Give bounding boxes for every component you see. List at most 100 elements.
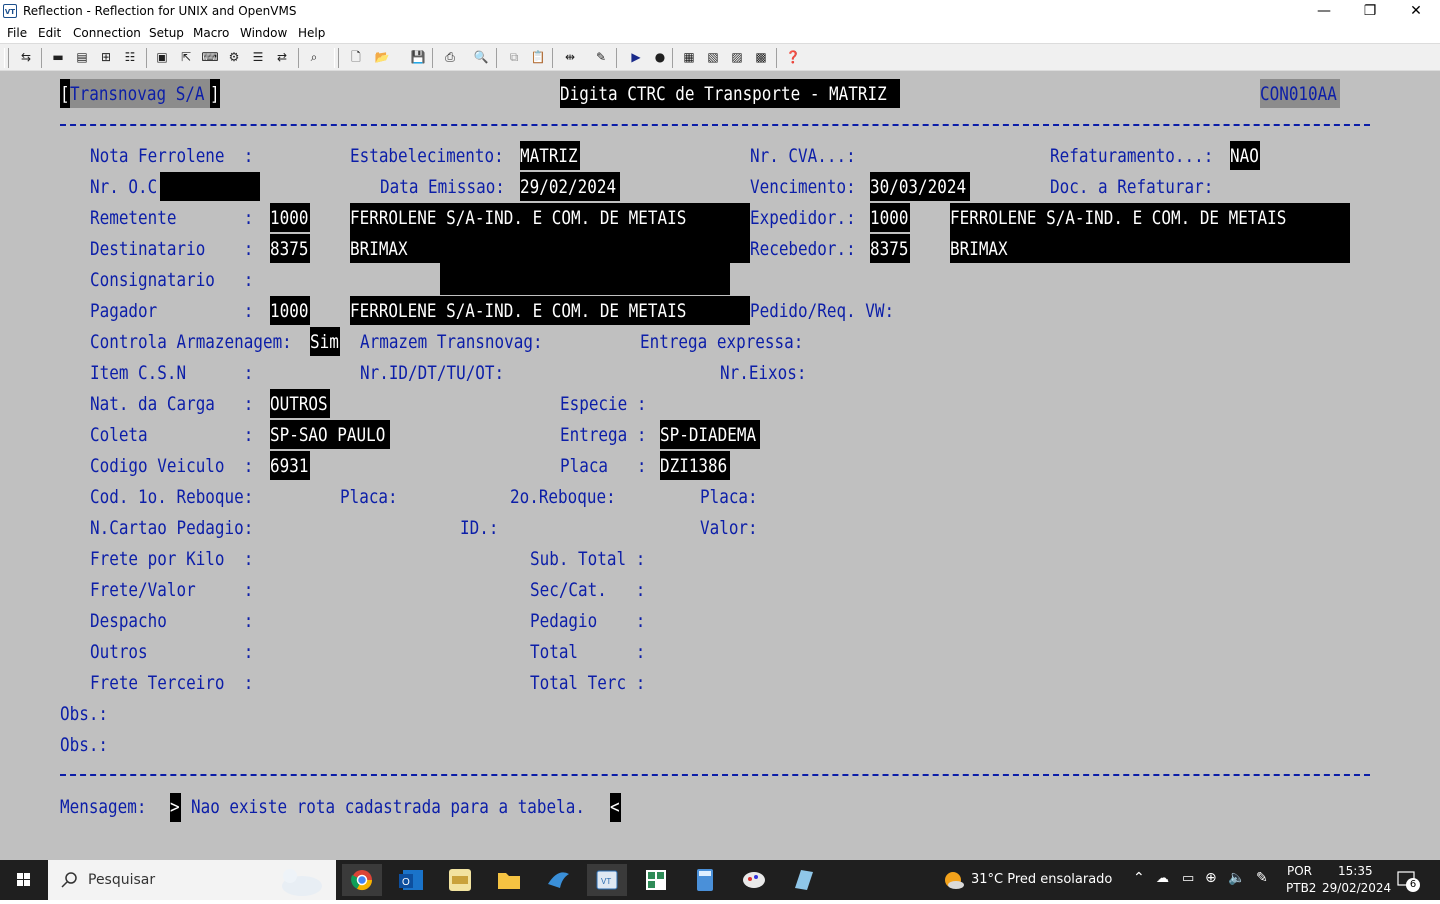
reflection-app-icon[interactable]: VT xyxy=(3,4,17,18)
menu-edit[interactable]: Edit xyxy=(38,26,61,40)
taskbar-app-notes[interactable] xyxy=(783,864,823,896)
disconnect-icon[interactable]: ⇹ xyxy=(560,48,580,66)
view3-icon[interactable]: ▨ xyxy=(727,48,747,66)
taskbar-app-paint[interactable] xyxy=(734,864,774,896)
view-settings-icon[interactable]: ⇄ xyxy=(272,48,292,66)
taskbar-reflection[interactable]: VT xyxy=(587,864,627,896)
taskbar-app-bird[interactable] xyxy=(538,864,578,896)
field-placa[interactable]: DZI1386 xyxy=(660,455,727,477)
label-vencimento: Vencimento: xyxy=(750,176,856,198)
device-icon[interactable]: ▭ xyxy=(1182,871,1194,886)
taskbar-app-sisgc[interactable] xyxy=(440,864,480,896)
volume-muted-icon[interactable]: 🔈 xyxy=(1228,870,1245,886)
menu-setup[interactable]: Setup xyxy=(149,26,184,40)
clock-date[interactable]: 29/02/2024 xyxy=(1322,881,1391,895)
message-close-marker: < xyxy=(610,796,620,818)
terminal-icon[interactable]: ▬ xyxy=(48,48,68,66)
field-vencimento[interactable]: 30/03/2024 xyxy=(870,176,966,198)
chevron-up-icon[interactable]: ⌃ xyxy=(1133,870,1145,886)
terminal-screen[interactable]: [ Transnovag S/A ] Digita CTRC de Transp… xyxy=(0,71,1440,860)
pen-icon[interactable]: ✎ xyxy=(1256,870,1268,886)
field-controla-armazenagem[interactable]: Sim xyxy=(310,331,339,353)
field-data-emissao[interactable]: 29/02/2024 xyxy=(520,176,616,198)
start-button[interactable] xyxy=(0,860,48,900)
view2-icon[interactable]: ▧ xyxy=(703,48,723,66)
taskbar-chrome[interactable] xyxy=(342,864,382,896)
toolbar-separator xyxy=(496,48,497,68)
weather-text[interactable]: 31°C Pred ensolarado xyxy=(971,872,1112,887)
settings-icon[interactable]: ☰ xyxy=(248,48,268,66)
label-frete-valor: Frete/Valor : xyxy=(90,579,254,601)
field-remetente-codigo[interactable]: 1000 xyxy=(270,207,308,229)
taskbar-app-calc-sheet[interactable] xyxy=(636,864,676,896)
paste-icon[interactable]: 📋 xyxy=(528,48,548,66)
field-entrega[interactable]: SP-DIADEMA xyxy=(660,424,756,446)
onedrive-icon[interactable]: ☁ xyxy=(1156,871,1169,886)
taskbar-search[interactable]: Pesquisar xyxy=(48,860,336,900)
clock-time[interactable]: 15:35 xyxy=(1338,864,1373,878)
menu-connection[interactable]: Connection xyxy=(73,26,141,40)
notification-center-icon[interactable]: 6 xyxy=(1396,870,1420,892)
taskbar-explorer[interactable] xyxy=(489,864,529,896)
hosts-icon[interactable]: ⊞ xyxy=(96,48,116,66)
connect-icon[interactable]: ⇆ xyxy=(16,48,36,66)
taskbar-outlook[interactable]: O xyxy=(391,864,431,896)
toolbar-grip[interactable] xyxy=(334,48,339,68)
field-expedidor-codigo[interactable]: 1000 xyxy=(870,207,908,229)
bracket-right: ] xyxy=(210,83,220,105)
field-pagador-codigo[interactable]: 1000 xyxy=(270,300,308,322)
display-icon[interactable]: ▣ xyxy=(152,48,172,66)
language-code[interactable]: POR xyxy=(1287,864,1312,878)
field-destinatario-codigo[interactable]: 8375 xyxy=(270,238,308,260)
save-icon[interactable]: 💾 xyxy=(408,48,428,66)
screen-title: Digita CTRC de Transporte - MATRIZ xyxy=(560,83,887,105)
field-recebedor-codigo[interactable]: 8375 xyxy=(870,238,908,260)
network-icon[interactable]: ⊕ xyxy=(1205,870,1217,886)
cursor-icon[interactable]: ⇱ xyxy=(176,48,196,66)
field-coleta[interactable]: SP-SAO PAULO xyxy=(270,424,385,446)
menu-macro[interactable]: Macro xyxy=(193,26,229,40)
svg-text:VT: VT xyxy=(601,877,611,886)
view4-icon[interactable]: ▩ xyxy=(751,48,771,66)
print-icon[interactable]: ⎙ xyxy=(440,48,460,66)
field-codigo-veiculo[interactable]: 6931 xyxy=(270,455,308,477)
minimize-button[interactable]: — xyxy=(1301,0,1347,23)
copy-icon[interactable]: ⧉ xyxy=(504,48,524,66)
taskbar-calculator[interactable] xyxy=(685,864,725,896)
label-consignatario: Consignatario : xyxy=(90,269,254,291)
restore-button[interactable]: ❐ xyxy=(1347,0,1393,23)
search-placeholder: Pesquisar xyxy=(88,872,156,888)
field-bg xyxy=(160,172,260,201)
notification-count-badge: 6 xyxy=(1406,878,1420,892)
mapping-icon[interactable]: ⚙ xyxy=(224,48,244,66)
toolbar-grip[interactable] xyxy=(4,48,9,68)
keyboard-icon[interactable]: ⌨ xyxy=(200,48,220,66)
field-nat-carga[interactable]: OUTROS xyxy=(270,393,328,415)
menu-help[interactable]: Help xyxy=(298,26,325,40)
menu-file[interactable]: File xyxy=(7,26,27,40)
field-refaturamento[interactable]: NAO xyxy=(1230,145,1259,167)
play-icon[interactable]: ▶ xyxy=(626,48,646,66)
field-estabelecimento[interactable]: MATRIZ xyxy=(520,145,578,167)
keyboard-layout[interactable]: PTB2 xyxy=(1286,881,1316,895)
new-icon[interactable]: 🗋 xyxy=(346,48,366,66)
label-placa: Placa : xyxy=(560,455,647,477)
help-icon[interactable]: ❓ xyxy=(783,48,803,66)
chrome-icon xyxy=(351,870,373,891)
search-icon xyxy=(61,872,77,888)
label-entrega-expressa: Entrega expressa: xyxy=(640,331,804,353)
label-coleta: Coleta : xyxy=(90,424,254,446)
terminal2-icon[interactable]: ▤ xyxy=(72,48,92,66)
label-controla-armazenagem: Controla Armazenagem: xyxy=(90,331,292,353)
program-code: CON010AA xyxy=(1260,83,1337,105)
record-icon[interactable]: ● xyxy=(650,48,670,66)
find-host-icon[interactable]: ⌕ xyxy=(304,48,324,66)
script-icon[interactable]: ✎ xyxy=(591,48,611,66)
menu-window[interactable]: Window xyxy=(240,26,287,40)
open-icon[interactable]: 📂 xyxy=(372,48,392,66)
close-button[interactable]: ✕ xyxy=(1393,0,1439,23)
find-icon[interactable]: 🔍 xyxy=(471,48,491,66)
view1-icon[interactable]: ▦ xyxy=(679,48,699,66)
session-icon[interactable]: ☷ xyxy=(120,48,140,66)
menu-bar: File Edit Connection Setup Macro Window … xyxy=(0,23,1440,43)
